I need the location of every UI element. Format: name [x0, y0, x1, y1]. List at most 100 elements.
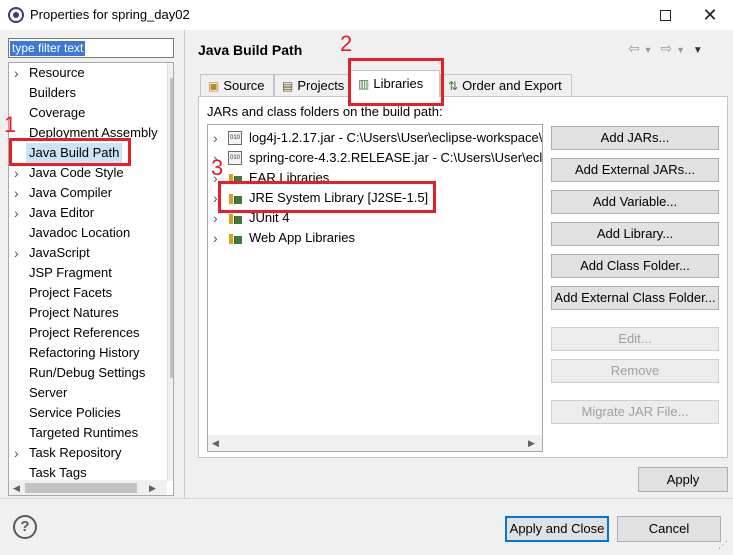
expand-arrow-icon[interactable]: › [14, 63, 19, 83]
filter-input[interactable]: type filter text [8, 38, 174, 58]
library-item-label: spring-core-4.3.2.RELEASE.jar - C:\Users… [249, 150, 543, 165]
tree-horizontal-scrollbar[interactable]: ◀ ▶ [9, 480, 167, 495]
scroll-left-icon[interactable]: ◀ [212, 438, 219, 449]
library-action-button[interactable]: Remove [551, 359, 719, 383]
tree-item[interactable]: JSP Fragment [9, 263, 167, 283]
library-horizontal-scrollbar[interactable]: ◀ ▶ [208, 435, 542, 451]
expand-arrow-icon[interactable]: › [14, 443, 19, 463]
jar-icon: 010 [228, 131, 242, 145]
cancel-button[interactable]: Cancel [617, 516, 721, 542]
help-icon[interactable]: ? [13, 515, 37, 539]
library-action-button[interactable]: Add External JARs... [551, 158, 719, 182]
tree-item-label: Java Code Style [29, 165, 124, 180]
tree-item-label: Run/Debug Settings [29, 365, 146, 380]
back-menu-icon[interactable]: ▼ [644, 45, 653, 55]
tree-item[interactable]: › Task Repository [9, 443, 167, 463]
view-menu-icon[interactable]: ▼ [693, 45, 703, 56]
maximize-button[interactable] [642, 0, 688, 30]
back-icon[interactable]: ⇦ [628, 40, 640, 56]
tree-item[interactable]: Project Facets [9, 283, 167, 303]
expand-arrow-icon[interactable]: › [213, 228, 218, 248]
tree-item-label: Project Facets [29, 285, 113, 300]
expand-arrow-icon[interactable]: › [213, 128, 218, 148]
library-action-button[interactable]: Add Variable... [551, 190, 719, 214]
library-item[interactable]: › 010 log4j-1.2.17.jar - C:\Users\User\ecl… [208, 128, 542, 148]
property-tree[interactable]: › Resource Builders Coverage Deployment Asse… [8, 62, 174, 496]
library-list[interactable]: › 010 log4j-1.2.17.jar - C:\Users\User\ecl… [207, 124, 543, 452]
build-path-label: JARs and class folders on the build path… [207, 104, 443, 119]
tree-item[interactable]: Project References [9, 323, 167, 343]
tree-item[interactable]: › Resource [9, 63, 167, 83]
tree-item-label: Project Natures [29, 305, 119, 320]
annotation-box-java-build-path [9, 138, 131, 166]
tree-item[interactable]: Service Policies [9, 403, 167, 423]
tree-item[interactable]: Server [9, 383, 167, 403]
tree-item-label: JSP Fragment [29, 265, 112, 280]
tree-item-label: Service Policies [29, 405, 121, 420]
tree-item-label: Java Compiler [29, 185, 113, 200]
library-action-button[interactable]: Add External Class Folder... [551, 286, 719, 310]
eclipse-icon [8, 7, 24, 23]
library-item[interactable]: › Web App Libraries [208, 228, 542, 248]
library-action-button[interactable]: Migrate JAR File... [551, 400, 719, 424]
library-action-button[interactable]: Edit... [551, 327, 719, 351]
scroll-up-icon[interactable]: ▲ [172, 65, 173, 75]
panel-divider[interactable] [184, 30, 185, 498]
tree-item[interactable]: › Java Code Style [9, 163, 167, 183]
maximize-icon [659, 9, 671, 21]
scroll-thumb[interactable] [170, 78, 173, 378]
library-icon [228, 211, 242, 225]
order-export-icon: ⇅ [448, 79, 459, 93]
projects-icon: ▤ [282, 79, 294, 93]
tree-item-label: JavaScript [29, 245, 90, 260]
page-title: Java Build Path [198, 42, 303, 58]
expand-arrow-icon[interactable]: › [213, 188, 218, 208]
expand-arrow-icon[interactable]: › [14, 203, 19, 223]
tree-item[interactable]: Targeted Runtimes [9, 423, 167, 443]
title-bar: Properties for spring_day02 ✕ [0, 0, 733, 30]
window-title: Properties for spring_day02 [30, 7, 190, 22]
scroll-down-icon[interactable]: ▼ [172, 466, 173, 476]
tree-item[interactable]: › Java Compiler [9, 183, 167, 203]
tab-source[interactable]: ▣ Source [200, 74, 274, 96]
library-item[interactable]: › 010 spring-core-4.3.2.RELEASE.jar - C:\U… [208, 148, 542, 168]
tree-item[interactable]: Coverage [9, 103, 167, 123]
tree-vertical-scrollbar[interactable]: ▲ ▼ [167, 63, 173, 481]
close-button[interactable]: ✕ [687, 0, 733, 30]
library-action-button[interactable]: Add Library... [551, 222, 719, 246]
forward-icon[interactable]: ⇨ [660, 40, 672, 56]
tree-item-label: Javadoc Location [29, 225, 131, 240]
tree-item[interactable]: Project Natures [9, 303, 167, 323]
tree-item[interactable]: Builders [9, 83, 167, 103]
tab-order-export[interactable]: ⇅ Order and Export [440, 74, 572, 96]
annotation-3: 3 [211, 155, 224, 180]
filter-text: type filter text [10, 41, 86, 56]
apply-and-close-button[interactable]: Apply and Close [505, 516, 609, 542]
library-action-button[interactable]: Add Class Folder... [551, 254, 719, 278]
expand-arrow-icon[interactable]: › [14, 183, 19, 203]
tree-item[interactable]: Run/Debug Settings [9, 363, 167, 383]
expand-arrow-icon[interactable]: › [14, 163, 19, 183]
tree-item[interactable]: › JavaScript [9, 243, 167, 263]
apply-button[interactable]: Apply [638, 467, 728, 492]
library-item-label: log4j-1.2.17.jar - C:\Users\User\eclipse… [249, 130, 543, 145]
expand-arrow-icon[interactable]: › [14, 243, 19, 263]
forward-menu-icon[interactable]: ▼ [676, 45, 685, 55]
expand-arrow-icon[interactable]: › [213, 208, 218, 228]
library-action-button[interactable]: Add JARs... [551, 126, 719, 150]
resize-grip-icon[interactable]: ⋰ [718, 540, 728, 551]
scroll-right-icon[interactable]: ▶ [528, 438, 535, 449]
annotation-box-libraries-tab [348, 58, 444, 106]
tree-item[interactable]: Javadoc Location [9, 223, 167, 243]
tree-item[interactable]: Refactoring History [9, 343, 167, 363]
jar-icon: 010 [228, 151, 242, 165]
tab-projects[interactable]: ▤ Projects [274, 74, 350, 96]
close-icon: ✕ [702, 4, 718, 25]
tree-item[interactable]: › Java Editor [9, 203, 167, 223]
tree-item-label: Java Editor [29, 205, 95, 220]
hscroll-thumb[interactable] [25, 483, 137, 493]
annotation-2: 2 [340, 31, 353, 56]
scroll-left-icon[interactable]: ◀ [13, 483, 20, 494]
scroll-right-icon[interactable]: ▶ [149, 483, 156, 494]
library-icon [228, 231, 242, 245]
